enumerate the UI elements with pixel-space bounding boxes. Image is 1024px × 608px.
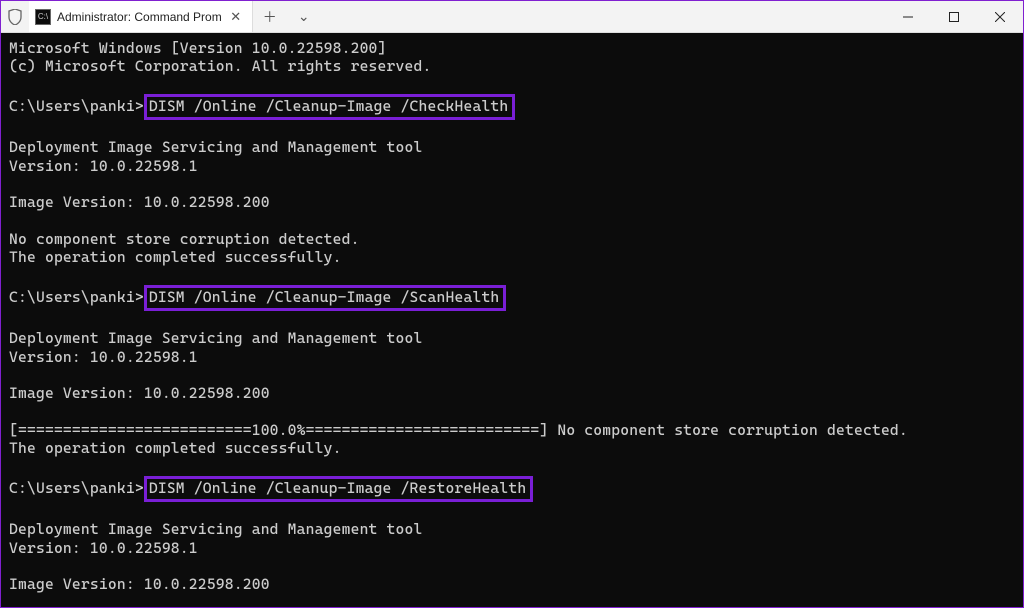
tab-title: Administrator: Command Prom <box>57 10 222 24</box>
terminal-output[interactable]: Microsoft Windows [Version 10.0.22598.20… <box>1 33 1023 607</box>
prompt-path: C:\Users\panki> <box>9 97 144 115</box>
output-line: The operation completed successfully. <box>9 439 342 457</box>
output-line: Version: 10.0.22598.1 <box>9 348 198 366</box>
output-line: Image Version: 10.0.22598.200 <box>9 193 270 211</box>
highlighted-command-restorehealth: DISM /Online /Cleanup-Image /RestoreHeal… <box>144 476 534 502</box>
output-line: Version: 10.0.22598.1 <box>9 539 198 557</box>
output-line: (c) Microsoft Corporation. All rights re… <box>9 57 432 75</box>
tab-close-button[interactable]: ✕ <box>228 9 244 25</box>
output-line: No component store corruption detected. <box>9 230 360 248</box>
titlebar-drag-region[interactable] <box>321 1 885 32</box>
output-line: Microsoft Windows [Version 10.0.22598.20… <box>9 39 387 57</box>
output-line: Version: 10.0.22598.1 <box>9 157 198 175</box>
window-controls <box>885 1 1023 32</box>
output-line: Deployment Image Servicing and Managemen… <box>9 138 423 156</box>
output-line: Deployment Image Servicing and Managemen… <box>9 329 423 347</box>
titlebar: C:\ Administrator: Command Prom ✕ ＋ ⌄ <box>1 1 1023 33</box>
maximize-button[interactable] <box>931 1 977 32</box>
prompt-path: C:\Users\panki> <box>9 479 144 497</box>
tabbar-actions: ＋ ⌄ <box>253 1 321 32</box>
output-line: Image Version: 10.0.22598.200 <box>9 575 270 593</box>
output-line: [==========================100.0%=======… <box>9 421 908 439</box>
cmd-icon: C:\ <box>35 9 51 25</box>
tab-dropdown-button[interactable]: ⌄ <box>287 1 321 32</box>
minimize-button[interactable] <box>885 1 931 32</box>
prompt-path: C:\Users\panki> <box>9 288 144 306</box>
highlighted-command-checkhealth: DISM /Online /Cleanup-Image /CheckHealth <box>144 94 516 120</box>
tab-command-prompt[interactable]: C:\ Administrator: Command Prom ✕ <box>29 1 253 32</box>
close-window-button[interactable] <box>977 1 1023 32</box>
output-line: Deployment Image Servicing and Managemen… <box>9 520 423 538</box>
window: C:\ Administrator: Command Prom ✕ ＋ ⌄ Mi… <box>1 1 1023 607</box>
new-tab-button[interactable]: ＋ <box>253 1 287 32</box>
browser-shield-icon[interactable] <box>1 1 29 32</box>
output-line: The operation completed successfully. <box>9 248 342 266</box>
output-line: Image Version: 10.0.22598.200 <box>9 384 270 402</box>
highlighted-command-scanhealth: DISM /Online /Cleanup-Image /ScanHealth <box>144 285 507 311</box>
